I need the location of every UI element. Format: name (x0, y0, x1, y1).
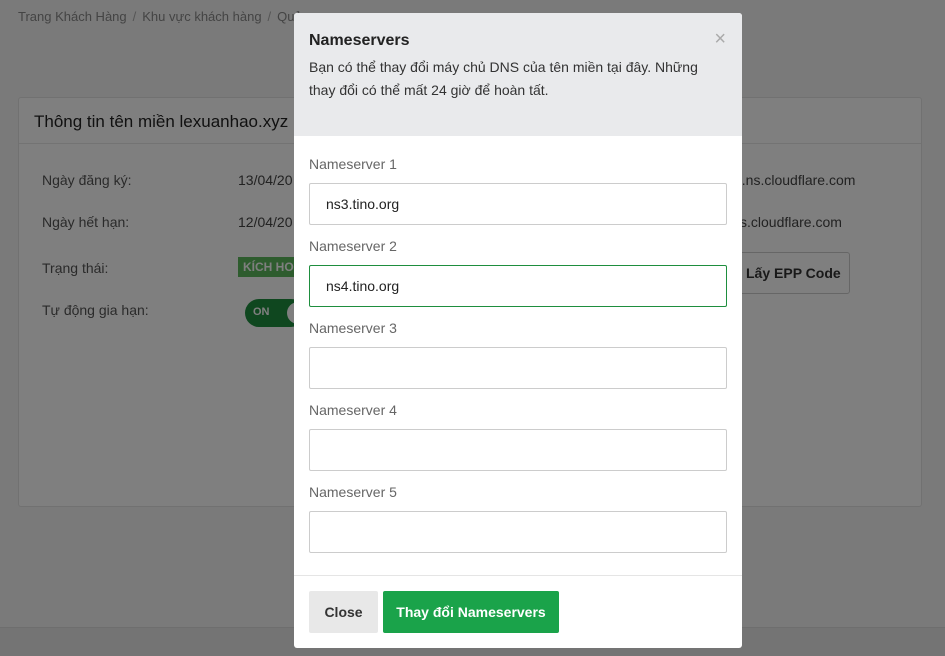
close-icon[interactable]: × (714, 28, 726, 51)
nameservers-modal: Nameservers Bạn có thể thay đổi máy chủ … (294, 13, 742, 648)
nameserver-1-input[interactable] (309, 183, 727, 225)
modal-header: Nameservers Bạn có thể thay đổi máy chủ … (294, 13, 742, 136)
close-button[interactable]: Close (309, 591, 378, 633)
modal-title: Nameservers (309, 32, 410, 49)
nameserver-3-input[interactable] (309, 347, 727, 389)
nameserver-1-label: Nameserver 1 (309, 156, 397, 172)
modal-description: Bạn có thể thay đổi máy chủ DNS của tên … (309, 59, 698, 98)
nameserver-2-field: Nameserver 2 (309, 238, 727, 307)
nameserver-2-label: Nameserver 2 (309, 238, 397, 254)
modal-body: Nameserver 1 Nameserver 2 Nameserver 3 N… (294, 136, 742, 553)
modal-footer: Close Thay đổi Nameservers (294, 575, 742, 648)
nameserver-5-input[interactable] (309, 511, 727, 553)
nameserver-4-label: Nameserver 4 (309, 402, 397, 418)
nameserver-5-label: Nameserver 5 (309, 484, 397, 500)
change-nameservers-button[interactable]: Thay đổi Nameservers (383, 591, 559, 633)
nameserver-4-input[interactable] (309, 429, 727, 471)
nameserver-4-field: Nameserver 4 (309, 402, 727, 471)
nameserver-3-field: Nameserver 3 (309, 320, 727, 389)
nameserver-2-input[interactable] (309, 265, 727, 307)
nameserver-5-field: Nameserver 5 (309, 484, 727, 553)
nameserver-3-label: Nameserver 3 (309, 320, 397, 336)
nameserver-1-field: Nameserver 1 (309, 156, 727, 225)
